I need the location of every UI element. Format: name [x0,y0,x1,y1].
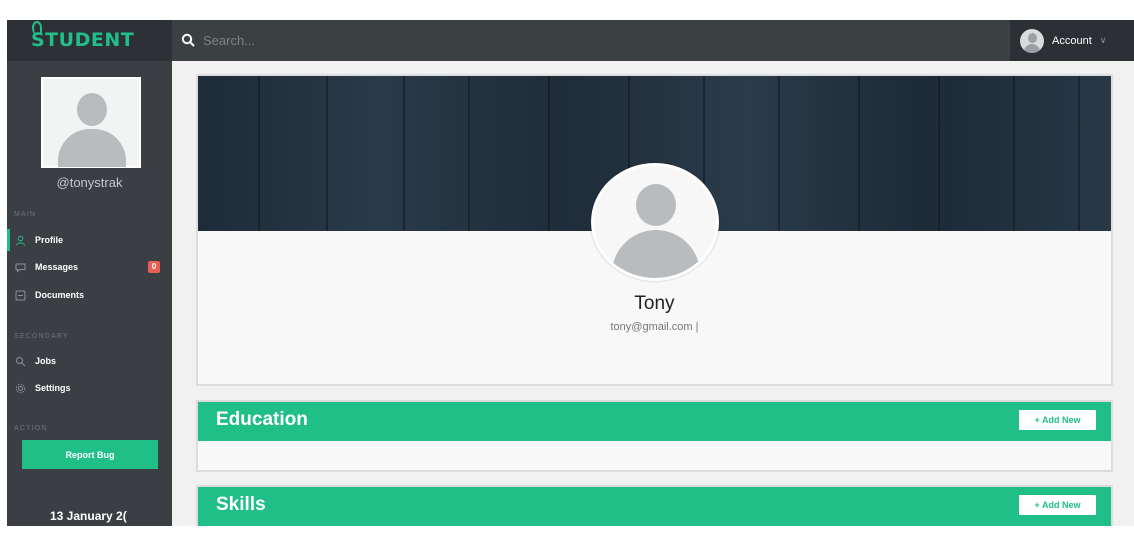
sidebar: @tonystrak MAIN Profile Messages 0 Docum… [7,61,172,526]
section-heading-main: MAIN [14,211,37,218]
profile-name: Tony [634,293,675,314]
add-education-button[interactable]: + Add New [1019,410,1096,430]
search-input[interactable] [203,29,603,51]
top-bar: STUDENT Account ∨ [7,20,1134,61]
chevron-down-icon: ∨ [1099,35,1107,45]
jobs-search-icon [16,356,26,366]
add-skill-button[interactable]: + Add New [1019,495,1096,515]
sidebar-item-messages[interactable]: Messages 0 [7,256,172,278]
profile-avatar[interactable] [591,163,719,281]
sidebar-item-settings[interactable]: Settings [7,377,172,399]
skills-header: Skills + Add New [198,487,1111,526]
sidebar-item-label: Settings [35,383,71,393]
gear-icon [15,383,26,393]
user-icon [16,235,25,246]
section-heading-action: ACTION [14,425,48,432]
logo-area[interactable]: STUDENT [7,20,172,61]
profile-email: tony@gmail.com | [610,321,699,333]
sidebar-avatar[interactable] [41,77,141,168]
education-title: Education [216,409,308,430]
account-avatar [1020,28,1044,53]
document-icon [15,290,26,300]
messages-badge: 0 [148,261,160,273]
sidebar-item-label: Documents [35,290,85,300]
sidebar-item-label: Profile [35,235,64,245]
education-header: Education + Add New [198,402,1111,441]
skills-section: Skills + Add New [196,485,1113,526]
report-bug-button[interactable]: Report Bug [22,440,158,469]
search-icon [181,33,195,47]
sidebar-item-label: Messages [35,262,79,272]
account-label: Account [1052,34,1092,47]
sidebar-item-jobs[interactable]: Jobs [7,350,172,372]
logo: STUDENT [31,29,135,51]
section-heading-secondary: SECONDARY [14,333,70,340]
sidebar-date: 13 January 2( [50,509,127,523]
skills-title: Skills [216,494,266,515]
sidebar-item-label: Jobs [35,356,57,366]
sidebar-item-documents[interactable]: Documents [7,284,172,306]
education-section: Education + Add New [196,400,1113,472]
app-window: STUDENT Account ∨ @tonystrak MAIN Profil… [7,20,1134,526]
chat-icon [15,263,26,273]
account-menu[interactable]: Account ∨ [1010,20,1134,61]
sidebar-item-profile[interactable]: Profile [7,229,172,251]
username: @tonystrak [56,175,123,190]
main-content: Tony tony@gmail.com | Education + Add Ne… [172,61,1134,526]
profile-card: Tony tony@gmail.com | [196,74,1113,386]
